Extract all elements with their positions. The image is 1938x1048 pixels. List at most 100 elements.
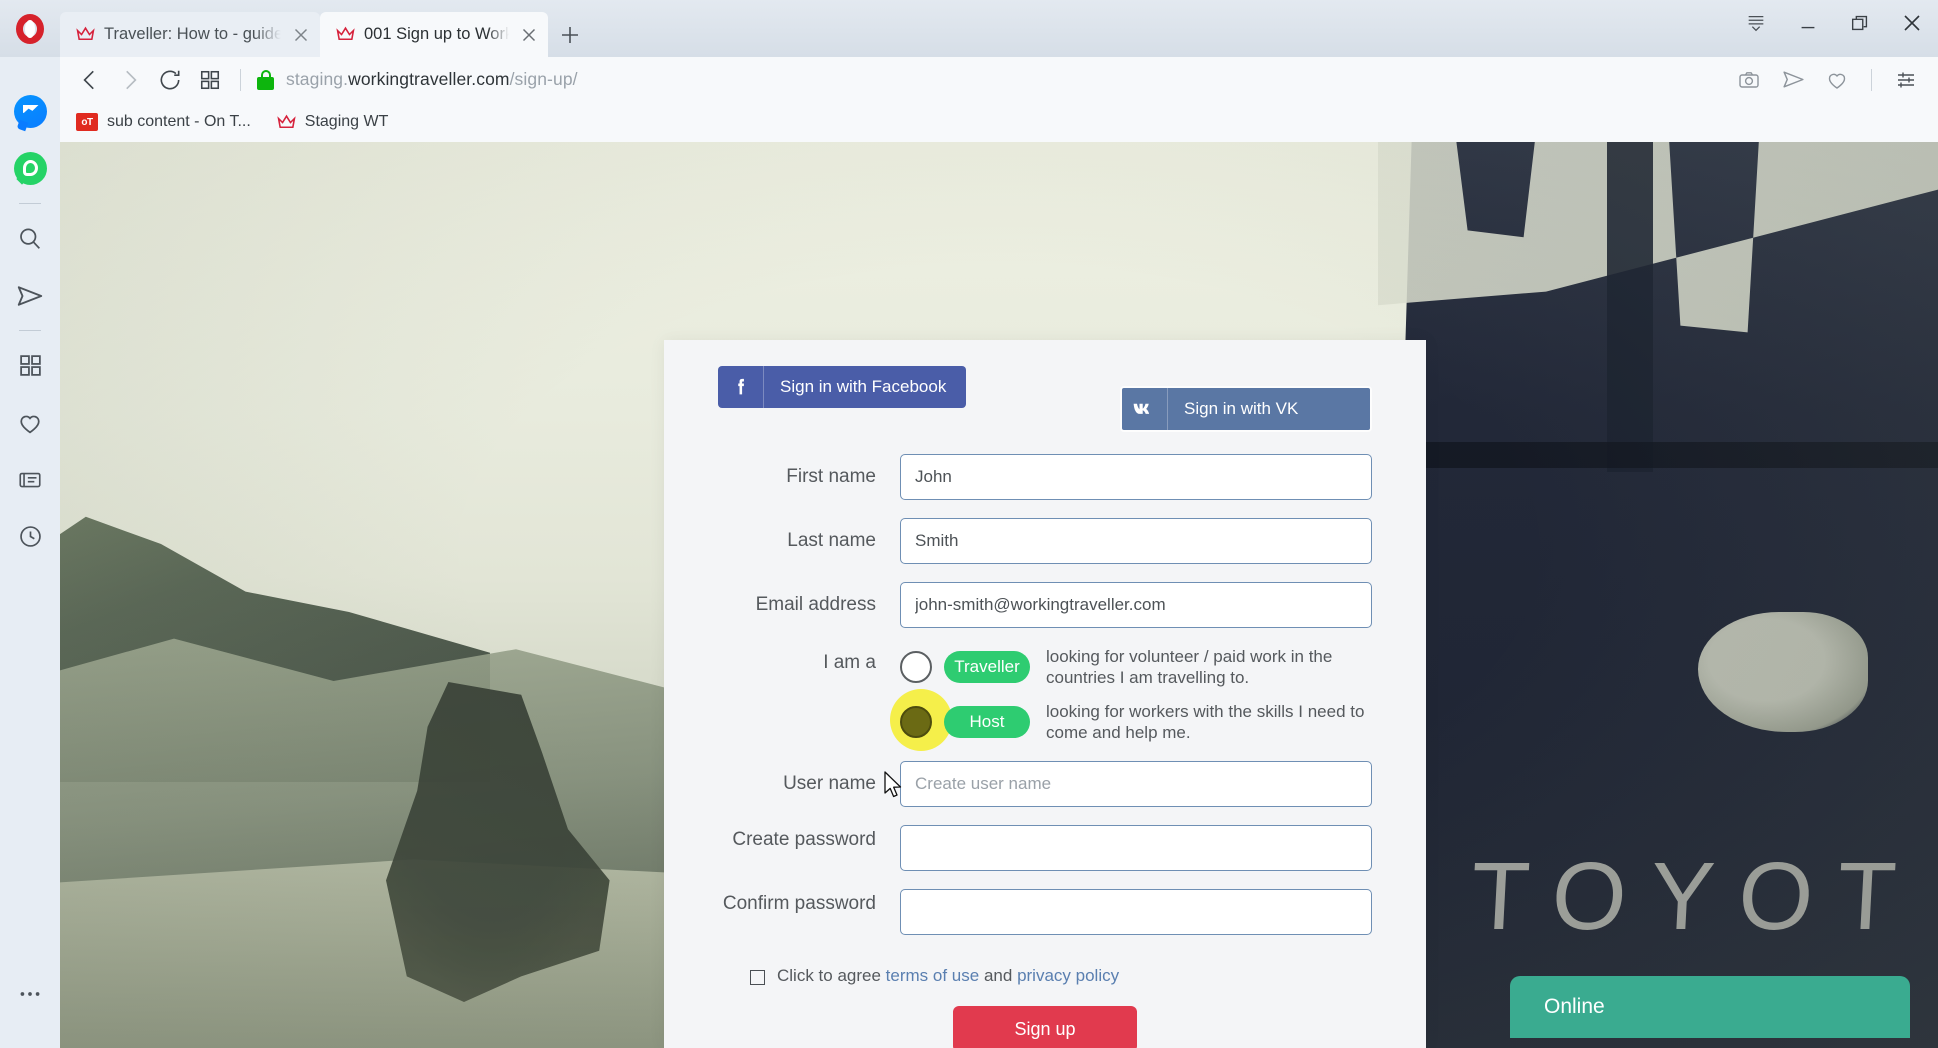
history-clock-icon: [19, 526, 41, 547]
tab-grid-icon: [200, 70, 220, 89]
snapshot-icon: [1739, 71, 1759, 88]
signup-submit-button[interactable]: Sign up: [953, 1006, 1137, 1048]
tab-overview-button[interactable]: [190, 60, 230, 100]
chat-widget[interactable]: Online: [1510, 976, 1910, 1038]
heart-icon: [20, 415, 40, 433]
sidebar-item-more[interactable]: [0, 965, 60, 1022]
field-row-last-name: Last name: [704, 518, 1372, 564]
email-label: Email address: [755, 594, 876, 616]
create-password-label: Create password: [732, 829, 876, 850]
forward-button[interactable]: [110, 60, 150, 100]
messenger-icon: [13, 95, 47, 132]
sidebar-separator: [19, 203, 41, 204]
easy-setup-icon: [1898, 72, 1914, 87]
bookmark-label: sub content - On T...: [107, 113, 251, 130]
sidebar-item-messenger[interactable]: [0, 83, 60, 140]
minimize-icon[interactable]: [1782, 0, 1834, 46]
padlock-secure-icon[interactable]: [257, 69, 274, 90]
opera-sidebar: [0, 57, 60, 1048]
confirm-password-input[interactable]: [900, 889, 1372, 935]
host-pill: Host: [944, 705, 1030, 738]
tab-title: Traveller: How to - guides -: [104, 25, 281, 43]
url-path: /sign-up/: [509, 69, 578, 89]
forward-arrow-icon: [126, 70, 137, 89]
bookmarks-bar: oT sub content - On T... Staging WT: [60, 102, 1938, 142]
traveller-pill: Traveller: [944, 651, 1030, 684]
sidebar-item-news[interactable]: [0, 451, 60, 508]
navigation-bar: staging.workingtraveller.com/sign-up/: [60, 57, 1938, 102]
url-prefix: staging.: [286, 69, 349, 89]
heart-icon: [1828, 73, 1846, 89]
tab-strip: Traveller: How to - guides - 001 Sign up…: [60, 0, 592, 57]
sidebar-item-history[interactable]: [0, 508, 60, 565]
last-name-input[interactable]: [900, 518, 1372, 564]
chat-status-label: Online: [1544, 995, 1605, 1018]
tab-close-icon[interactable]: [518, 24, 540, 46]
workingtraveller-crown-favicon: [277, 114, 296, 128]
tab-menu-chevron-icon[interactable]: [1730, 0, 1782, 46]
create-password-input[interactable]: [900, 825, 1372, 871]
reload-button[interactable]: [150, 60, 190, 100]
facebook-signin-button[interactable]: Sign in with Facebook: [718, 366, 966, 408]
terms-of-use-link[interactable]: terms of use: [886, 966, 980, 985]
page-viewport: TOYOT Sign in with Facebook Sign in with…: [60, 142, 1938, 1048]
privacy-policy-link[interactable]: privacy policy: [1017, 966, 1119, 985]
role-option-traveller[interactable]: Traveller looking for volunteer / paid w…: [900, 646, 1372, 689]
address-bar[interactable]: staging.workingtraveller.com/sign-up/: [251, 69, 1729, 90]
workingtraveller-crown-favicon: [76, 26, 95, 41]
mouse-cursor: [884, 771, 902, 798]
terms-agreement-row: Click to agree terms of use and privacy …: [664, 953, 1426, 988]
first-name-input[interactable]: [900, 454, 1372, 500]
role-radio-group: Traveller looking for volunteer / paid w…: [890, 646, 1372, 755]
opera-logo-icon[interactable]: [0, 0, 60, 57]
host-radio[interactable]: [900, 705, 932, 738]
confirm-password-label: Confirm password: [722, 893, 876, 914]
sidebar-item-whatsapp[interactable]: [0, 140, 60, 197]
bookmark-button[interactable]: [1817, 60, 1857, 100]
easy-setup-button[interactable]: [1886, 60, 1926, 100]
tab-close-icon[interactable]: [290, 24, 312, 46]
field-row-email: Email address: [704, 582, 1372, 628]
back-arrow-icon: [83, 70, 94, 89]
vk-icon: [1122, 388, 1168, 430]
nav-divider: [240, 68, 241, 91]
title-bar: Traveller: How to - guides - 001 Sign up…: [0, 0, 1938, 57]
traveller-radio[interactable]: [900, 651, 932, 684]
snapshot-button[interactable]: [1729, 60, 1769, 100]
sidebar-item-send[interactable]: [0, 267, 60, 324]
role-option-host[interactable]: Host looking for workers with the skills…: [890, 688, 1372, 751]
terms-checkbox[interactable]: [750, 970, 765, 985]
username-input[interactable]: [900, 761, 1372, 807]
field-row-create-password: Create password: [704, 825, 1372, 871]
sidebar-item-bookmarks[interactable]: [0, 394, 60, 451]
back-button[interactable]: [70, 60, 110, 100]
bookmark-item-0[interactable]: oT sub content - On T...: [76, 113, 251, 131]
send-to-device-icon: [1782, 71, 1804, 88]
email-input[interactable]: [900, 582, 1372, 628]
bookmark-item-1[interactable]: Staging WT: [277, 113, 389, 132]
restore-icon[interactable]: [1834, 0, 1886, 46]
username-label: User name: [783, 773, 876, 795]
browser-tab-1[interactable]: Traveller: How to - guides -: [60, 12, 320, 57]
browser-tab-2[interactable]: 001 Sign up to Working Tra: [320, 12, 548, 57]
url-text: staging.workingtraveller.com/sign-up/: [286, 69, 578, 90]
bookmark-label: Staging WT: [304, 113, 389, 130]
send-to-device-button[interactable]: [1773, 60, 1813, 100]
first-name-label: First name: [786, 466, 876, 488]
address-bar-tools: [1729, 60, 1926, 100]
url-host: workingtraveller.com: [348, 69, 510, 89]
tools-divider: [1871, 68, 1872, 91]
terms-conjunction: and: [983, 966, 1013, 985]
field-row-first-name: First name: [704, 454, 1372, 500]
facebook-f-icon: [718, 366, 764, 408]
close-icon[interactable]: [1886, 0, 1938, 46]
vk-signin-button[interactable]: Sign in with VK: [1120, 386, 1372, 432]
news-icon: [19, 472, 41, 487]
sidebar-item-search[interactable]: [0, 210, 60, 267]
terms-text: Click to agree terms of use and privacy …: [777, 965, 1119, 988]
vk-signin-label: Sign in with VK: [1184, 399, 1299, 418]
browser-window: Traveller: How to - guides - 001 Sign up…: [0, 0, 1938, 1048]
new-tab-button[interactable]: [548, 12, 592, 57]
sidebar-item-speed-dial[interactable]: [0, 337, 60, 394]
social-signin-row: Sign in with Facebook Sign in with VK: [664, 340, 1426, 432]
